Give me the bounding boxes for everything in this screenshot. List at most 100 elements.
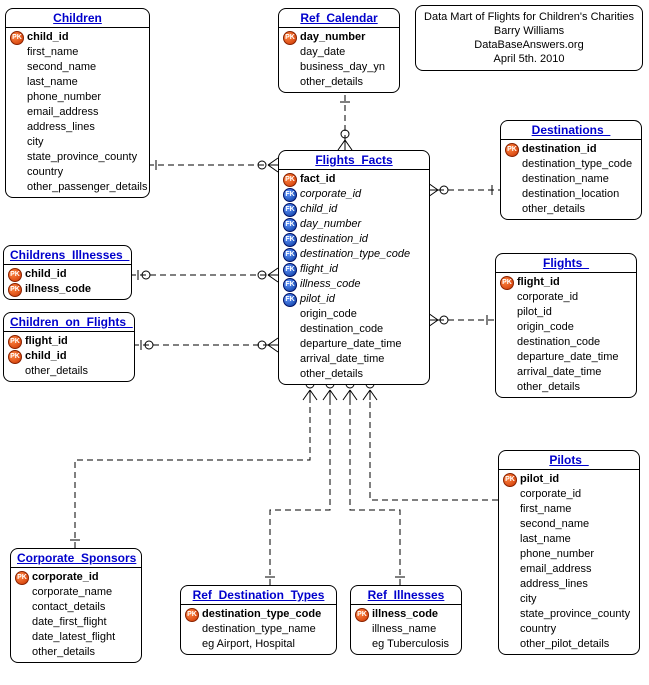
entity-title: Childrens_Illnesses_ bbox=[4, 246, 131, 265]
attribute-row: other_details bbox=[15, 645, 137, 660]
attribute-row: PKflight_id bbox=[500, 275, 632, 290]
entity-pilots: Pilots_PKpilot_idcorporate_idfirst_names… bbox=[498, 450, 640, 655]
attribute-row: FKpilot_id bbox=[283, 292, 425, 307]
entity-title: Children bbox=[6, 9, 149, 28]
attribute-row: PKchild_id bbox=[10, 30, 145, 45]
attribute-name: phone_number bbox=[27, 90, 101, 105]
entity-title: Ref_Illnesses bbox=[351, 586, 461, 605]
attribute-name: destination_type_code bbox=[202, 607, 321, 622]
attribute-name: state_province_county bbox=[27, 150, 137, 165]
attribute-row: PKdestination_type_code bbox=[185, 607, 332, 622]
attribute-name: illness_code bbox=[300, 277, 361, 292]
attribute-name: child_id bbox=[25, 267, 67, 282]
entity-children: Children PKchild_idfirst_namesecond_namel… bbox=[5, 8, 150, 198]
attribute-row: PKchild_id bbox=[8, 267, 127, 282]
attribute-row: business_day_yn bbox=[283, 60, 395, 75]
foreign-key-icon: FK bbox=[283, 203, 297, 217]
attribute-row: destination_name bbox=[505, 172, 637, 187]
attribute-row: destination_location bbox=[505, 187, 637, 202]
primary-key-icon: PK bbox=[283, 173, 297, 187]
attribute-row: country bbox=[10, 165, 145, 180]
attribute-name: destination_id bbox=[522, 142, 597, 157]
info-line: Data Mart of Flights for Children's Char… bbox=[424, 10, 634, 24]
entity-destinations: Destinations_PKdestination_iddestination… bbox=[500, 120, 642, 220]
attribute-row: FKflight_id bbox=[283, 262, 425, 277]
attribute-row: phone_number bbox=[10, 90, 145, 105]
attribute-name: illness_code bbox=[372, 607, 438, 622]
primary-key-icon: PK bbox=[8, 283, 22, 297]
entity-title: Flights_Facts bbox=[279, 151, 429, 170]
attribute-row: other_details bbox=[505, 202, 637, 217]
entity-title: Ref_Calendar bbox=[279, 9, 399, 28]
attribute-name: origin_code bbox=[300, 307, 357, 322]
attribute-row: email_address bbox=[10, 105, 145, 120]
attribute-row: PKfact_id bbox=[283, 172, 425, 187]
primary-key-icon: PK bbox=[8, 350, 22, 364]
attribute-name: departure_date_time bbox=[517, 350, 619, 365]
attribute-name: second_name bbox=[27, 60, 96, 75]
info-line: April 5th. 2010 bbox=[424, 52, 634, 66]
attribute-row: city bbox=[10, 135, 145, 150]
attribute-row: second_name bbox=[10, 60, 145, 75]
attribute-name: date_first_flight bbox=[32, 615, 107, 630]
primary-key-icon: PK bbox=[185, 608, 199, 622]
attribute-name: corporate_id bbox=[520, 487, 581, 502]
foreign-key-icon: FK bbox=[283, 293, 297, 307]
foreign-key-icon: FK bbox=[283, 248, 297, 262]
attribute-row: PKillness_code bbox=[8, 282, 127, 297]
primary-key-icon: PK bbox=[503, 473, 517, 487]
attribute-name: other_details bbox=[32, 645, 95, 660]
attribute-row: state_province_county bbox=[503, 607, 635, 622]
attribute-row: eg Tuberculosis bbox=[355, 637, 457, 652]
entity-title: Pilots_ bbox=[499, 451, 639, 470]
foreign-key-icon: FK bbox=[283, 263, 297, 277]
attribute-name: country bbox=[27, 165, 63, 180]
attribute-row: PKday_number bbox=[283, 30, 395, 45]
entity-ref-illnesses: Ref_IllnessesPKillness_codeillness_namee… bbox=[350, 585, 462, 655]
attribute-name: pilot_id bbox=[300, 292, 335, 307]
attribute-name: flight_id bbox=[25, 334, 68, 349]
entity-ref-destination-types: Ref_Destination_TypesPKdestination_type_… bbox=[180, 585, 337, 655]
info-line: DataBaseAnswers.org bbox=[424, 38, 634, 52]
attribute-name: origin_code bbox=[517, 320, 574, 335]
attribute-row: last_name bbox=[10, 75, 145, 90]
attribute-name: day_number bbox=[300, 217, 361, 232]
entity-flights-facts: Flights_FactsPKfact_idFKcorporate_idFKch… bbox=[278, 150, 430, 385]
attribute-name: other_details bbox=[25, 364, 88, 379]
attribute-row: PKpilot_id bbox=[503, 472, 635, 487]
primary-key-icon: PK bbox=[8, 268, 22, 282]
attribute-row: other_pilot_details bbox=[503, 637, 635, 652]
attribute-row: first_name bbox=[10, 45, 145, 60]
attribute-row: date_first_flight bbox=[15, 615, 137, 630]
attribute-name: day_number bbox=[300, 30, 365, 45]
attribute-row: address_lines bbox=[503, 577, 635, 592]
attribute-name: child_id bbox=[300, 202, 337, 217]
entity-title: Corporate_Sponsors bbox=[11, 549, 141, 568]
attribute-row: FKchild_id bbox=[283, 202, 425, 217]
attribute-row: departure_date_time bbox=[500, 350, 632, 365]
attribute-name: second_name bbox=[520, 517, 589, 532]
attribute-row: date_latest_flight bbox=[15, 630, 137, 645]
attribute-name: day_date bbox=[300, 45, 345, 60]
primary-key-icon: PK bbox=[15, 571, 29, 585]
attribute-row: PKflight_id bbox=[8, 334, 130, 349]
attribute-row: FKdestination_type_code bbox=[283, 247, 425, 262]
attribute-name: contact_details bbox=[32, 600, 105, 615]
attribute-name: destination_type_name bbox=[202, 622, 316, 637]
entity-ref-calendar: Ref_Calendar PKday_numberday_datebusiness… bbox=[278, 8, 400, 93]
attribute-name: business_day_yn bbox=[300, 60, 385, 75]
attribute-name: corporate_id bbox=[517, 290, 578, 305]
attribute-row: state_province_county bbox=[10, 150, 145, 165]
entity-title: Destinations_ bbox=[501, 121, 641, 140]
attribute-name: first_name bbox=[27, 45, 78, 60]
attribute-row: origin_code bbox=[500, 320, 632, 335]
attribute-name: corporate_id bbox=[300, 187, 361, 202]
attribute-name: destination_type_code bbox=[522, 157, 632, 172]
primary-key-icon: PK bbox=[505, 143, 519, 157]
attribute-row: PKillness_code bbox=[355, 607, 457, 622]
attribute-row: first_name bbox=[503, 502, 635, 517]
foreign-key-icon: FK bbox=[283, 188, 297, 202]
attribute-row: day_date bbox=[283, 45, 395, 60]
attribute-name: date_latest_flight bbox=[32, 630, 115, 645]
attribute-name: state_province_county bbox=[520, 607, 630, 622]
